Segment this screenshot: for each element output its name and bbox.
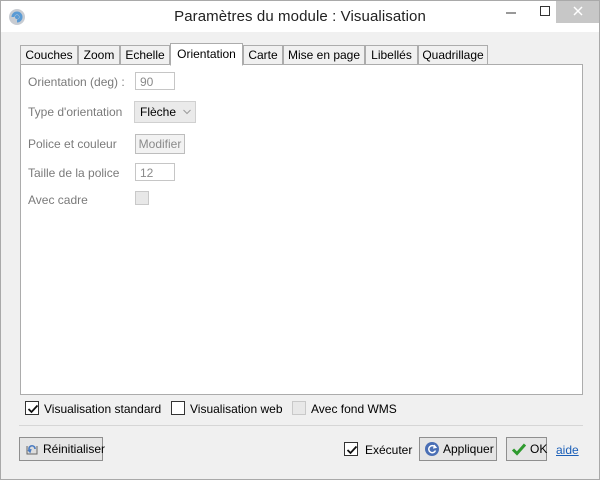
reset-button-label: Réinitialiser [43,442,106,456]
tab-couches[interactable]: Couches [20,45,78,65]
chevron-down-icon [183,107,191,118]
standard-checkbox[interactable] [25,401,39,415]
ok-button-label: OK [530,442,548,456]
font-size-label: Taille de la police [28,166,120,180]
orientation-deg-label: Orientation (deg) : [28,75,125,89]
frame-checkbox[interactable] [135,191,149,205]
ok-button[interactable]: OK [506,437,547,461]
font-size-input[interactable]: 12 [135,163,175,181]
minimize-icon [506,5,516,19]
execute-label: Exécuter [365,443,413,457]
tab-orientation[interactable]: Orientation [170,43,243,66]
orientation-type-label: Type d'orientation [28,105,123,119]
font-color-label: Police et couleur [28,137,117,151]
tab-mise-en-page[interactable]: Mise en page [283,45,365,65]
title-bar: Paramètres du module : Visualisation [1,1,599,32]
tab-zoom[interactable]: Zoom [78,45,120,65]
close-icon [572,5,583,19]
checkmark-icon [27,404,39,414]
undo-icon [24,441,40,457]
tab-quadrillage[interactable]: Quadrillage [418,45,488,65]
maximize-icon [540,5,550,19]
web-checkbox[interactable] [171,401,185,415]
apply-button-label: Appliquer [443,442,494,456]
checkmark-icon [346,445,358,455]
help-link[interactable]: aide [556,443,579,457]
tab-carte[interactable]: Carte [243,45,283,65]
frame-label: Avec cadre [28,193,88,207]
divider [19,425,583,426]
reset-button[interactable]: Réinitialiser [19,437,106,461]
modify-font-button[interactable]: Modifier [135,134,185,154]
standard-label: Visualisation standard [44,402,162,416]
tab-libelles[interactable]: Libellés [365,45,418,65]
tab-echelle[interactable]: Echelle [120,45,170,65]
orientation-type-value: Flèche [140,105,177,119]
refresh-icon [424,441,440,457]
wms-checkbox[interactable] [292,401,306,415]
close-button[interactable] [556,1,599,23]
wms-label: Avec fond WMS [311,402,397,416]
checkmark-icon [511,441,527,457]
orientation-type-select[interactable]: Flèche [134,101,196,123]
dialog-window: Paramètres du module : Visualisation Cou… [0,0,600,480]
execute-checkbox[interactable] [344,442,358,456]
apply-button[interactable]: Appliquer [419,437,497,461]
orientation-deg-input[interactable]: 90 [135,72,175,90]
orientation-panel: Orientation (deg) : 90 Type d'orientatio… [20,64,583,395]
web-label: Visualisation web [190,402,283,416]
minimize-button[interactable] [494,1,528,23]
